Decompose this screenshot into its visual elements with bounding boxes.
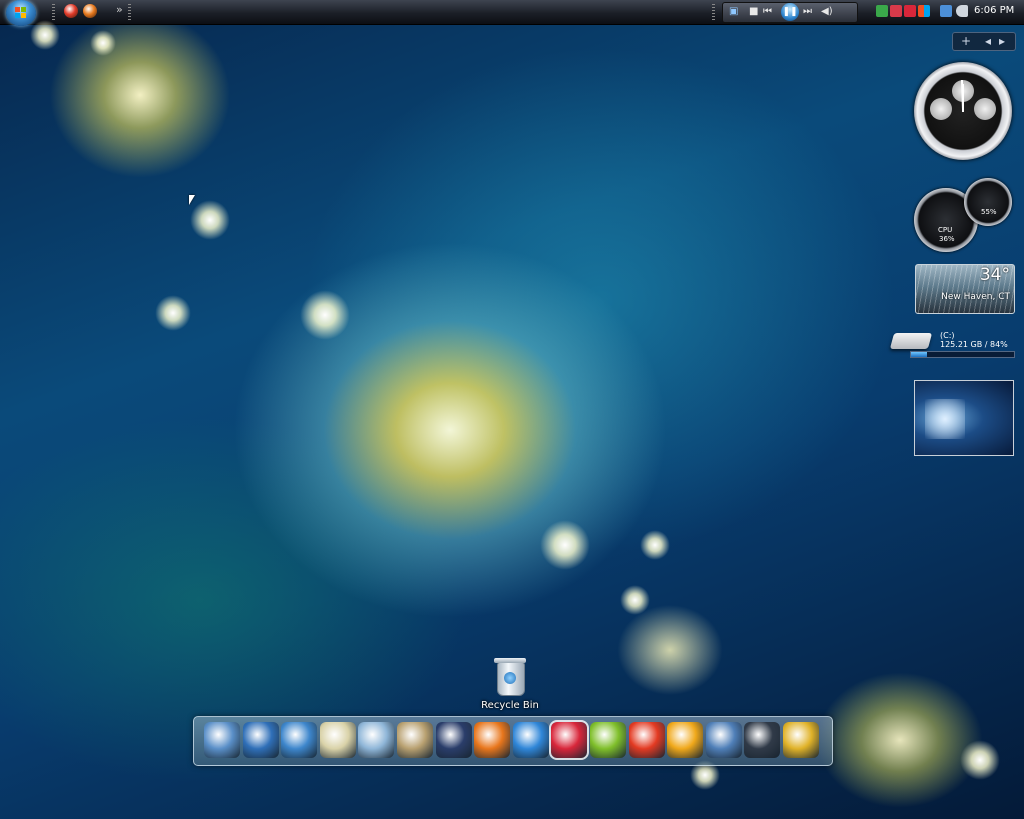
taskbar-grip[interactable] <box>52 4 55 20</box>
messenger-icon[interactable] <box>667 722 704 758</box>
network-tray-icon[interactable] <box>876 5 888 17</box>
hard-drive-icon[interactable] <box>889 333 933 349</box>
music-icon[interactable] <box>358 722 395 758</box>
sidebar-controls: + ◂ ▸ <box>952 32 1016 51</box>
drive-usage-fill <box>911 352 928 357</box>
windows-flag-icon <box>15 7 27 19</box>
recycle-bin-icon[interactable] <box>492 656 528 696</box>
sidebar-prev-button[interactable]: ◂ <box>985 33 991 49</box>
weather-temperature: 34° <box>979 265 1010 285</box>
display-tray-icon[interactable] <box>940 5 952 17</box>
add-gadget-button[interactable]: + <box>961 33 971 49</box>
drive-usage-bar <box>910 351 1015 358</box>
application-dock <box>193 716 833 766</box>
stop-button[interactable]: ■ <box>749 6 758 18</box>
sparkle <box>190 200 230 240</box>
clock-subdial <box>930 98 952 120</box>
play-pause-button[interactable]: ❚❚ <box>781 3 799 21</box>
limewire-icon[interactable] <box>590 722 626 758</box>
quick-launch-opera-icon[interactable] <box>64 4 78 18</box>
pictures-icon[interactable] <box>397 722 433 758</box>
recycle-bin-lid <box>494 658 526 663</box>
cpu-value: 36% <box>939 235 955 243</box>
media-player-toolbar: ▣ ■ ⏮ ❚❚ ⏭ ◀) <box>722 2 858 23</box>
taskbar-clock[interactable]: 6:06 PM <box>974 5 1014 16</box>
taskbar-grip[interactable] <box>712 4 715 20</box>
sparkle <box>620 585 650 615</box>
quick-launch-overflow-button[interactable]: » <box>116 3 123 16</box>
photo-icon[interactable] <box>705 722 742 758</box>
next-button[interactable]: ⏭ <box>803 6 812 18</box>
counter-strike-icon[interactable] <box>435 722 472 758</box>
opera-icon[interactable] <box>628 722 665 758</box>
recycle-bin-label[interactable]: Recycle Bin <box>478 700 542 711</box>
monitor-icon[interactable] <box>242 722 279 758</box>
mcafee-tray-icon[interactable] <box>904 5 916 17</box>
sparkle <box>90 30 116 56</box>
sparkle <box>300 290 350 340</box>
sparkle <box>540 520 590 570</box>
sparkle <box>155 295 191 331</box>
sparkle <box>30 20 60 50</box>
mouse-cursor <box>189 195 195 205</box>
slideshow-gadget[interactable] <box>914 380 1014 456</box>
windows-tray-icon[interactable] <box>918 5 930 17</box>
drive-label: (C:) <box>940 331 955 340</box>
media-player-classic-icon[interactable] <box>744 722 781 758</box>
recycle-symbol-icon <box>504 672 516 684</box>
network-icon[interactable] <box>281 722 318 758</box>
weather-gadget[interactable]: 34° New Haven, CT <box>915 264 1015 314</box>
sparkle <box>640 530 670 560</box>
memory-value: 55% <box>981 208 997 216</box>
internet-explorer-icon[interactable] <box>512 722 549 758</box>
taskbar-grip[interactable] <box>128 4 131 20</box>
sidebar-next-button[interactable]: ▸ <box>999 33 1005 49</box>
firefox-icon[interactable] <box>474 722 511 758</box>
start-button[interactable] <box>6 0 36 26</box>
cpu-label: CPU <box>938 226 953 234</box>
media-player-mini-icon[interactable]: ▣ <box>729 6 738 18</box>
documents-icon[interactable] <box>319 722 356 758</box>
memory-meter-gadget[interactable]: 55% <box>964 178 1012 226</box>
tools-icon[interactable] <box>783 722 819 758</box>
sparkle <box>960 740 1000 780</box>
taskbar: » ▣ ■ ⏮ ❚❚ ⏭ ◀) 6:06 PM <box>0 0 1024 26</box>
clock-subdial <box>974 98 996 120</box>
volume-button[interactable]: ◀) <box>821 6 833 18</box>
speaker-tray-icon[interactable] <box>956 5 968 17</box>
slideshow-image <box>925 399 965 439</box>
previous-button[interactable]: ⏮ <box>763 6 772 18</box>
quick-launch-firefox-icon[interactable] <box>83 4 97 18</box>
mcafee-icon[interactable] <box>549 720 590 760</box>
drive-size: 125.21 GB / 84% <box>940 340 1008 349</box>
security-tray-icon[interactable] <box>890 5 902 17</box>
clock-gadget[interactable] <box>914 62 1012 160</box>
computer-icon[interactable] <box>204 722 240 758</box>
weather-city: New Haven, CT <box>941 292 1010 302</box>
